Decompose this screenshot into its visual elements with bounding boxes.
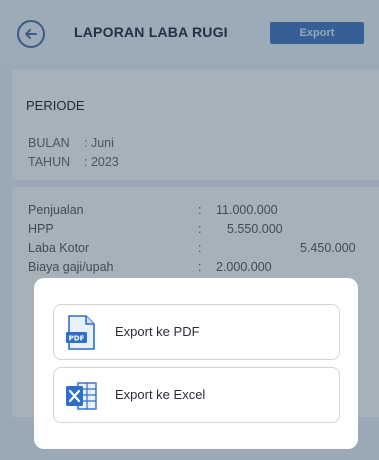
export-dialog: PDF Export ke PDF Export ke Excel <box>34 278 358 449</box>
pdf-file-icon: PDF <box>66 315 95 350</box>
export-pdf-option[interactable]: PDF Export ke PDF <box>53 304 340 360</box>
excel-file-icon <box>66 382 97 410</box>
export-excel-option[interactable]: Export ke Excel <box>53 367 340 423</box>
svg-text:PDF: PDF <box>69 335 85 343</box>
export-excel-label: Export ke Excel <box>115 387 206 402</box>
export-pdf-label: Export ke PDF <box>115 324 200 339</box>
